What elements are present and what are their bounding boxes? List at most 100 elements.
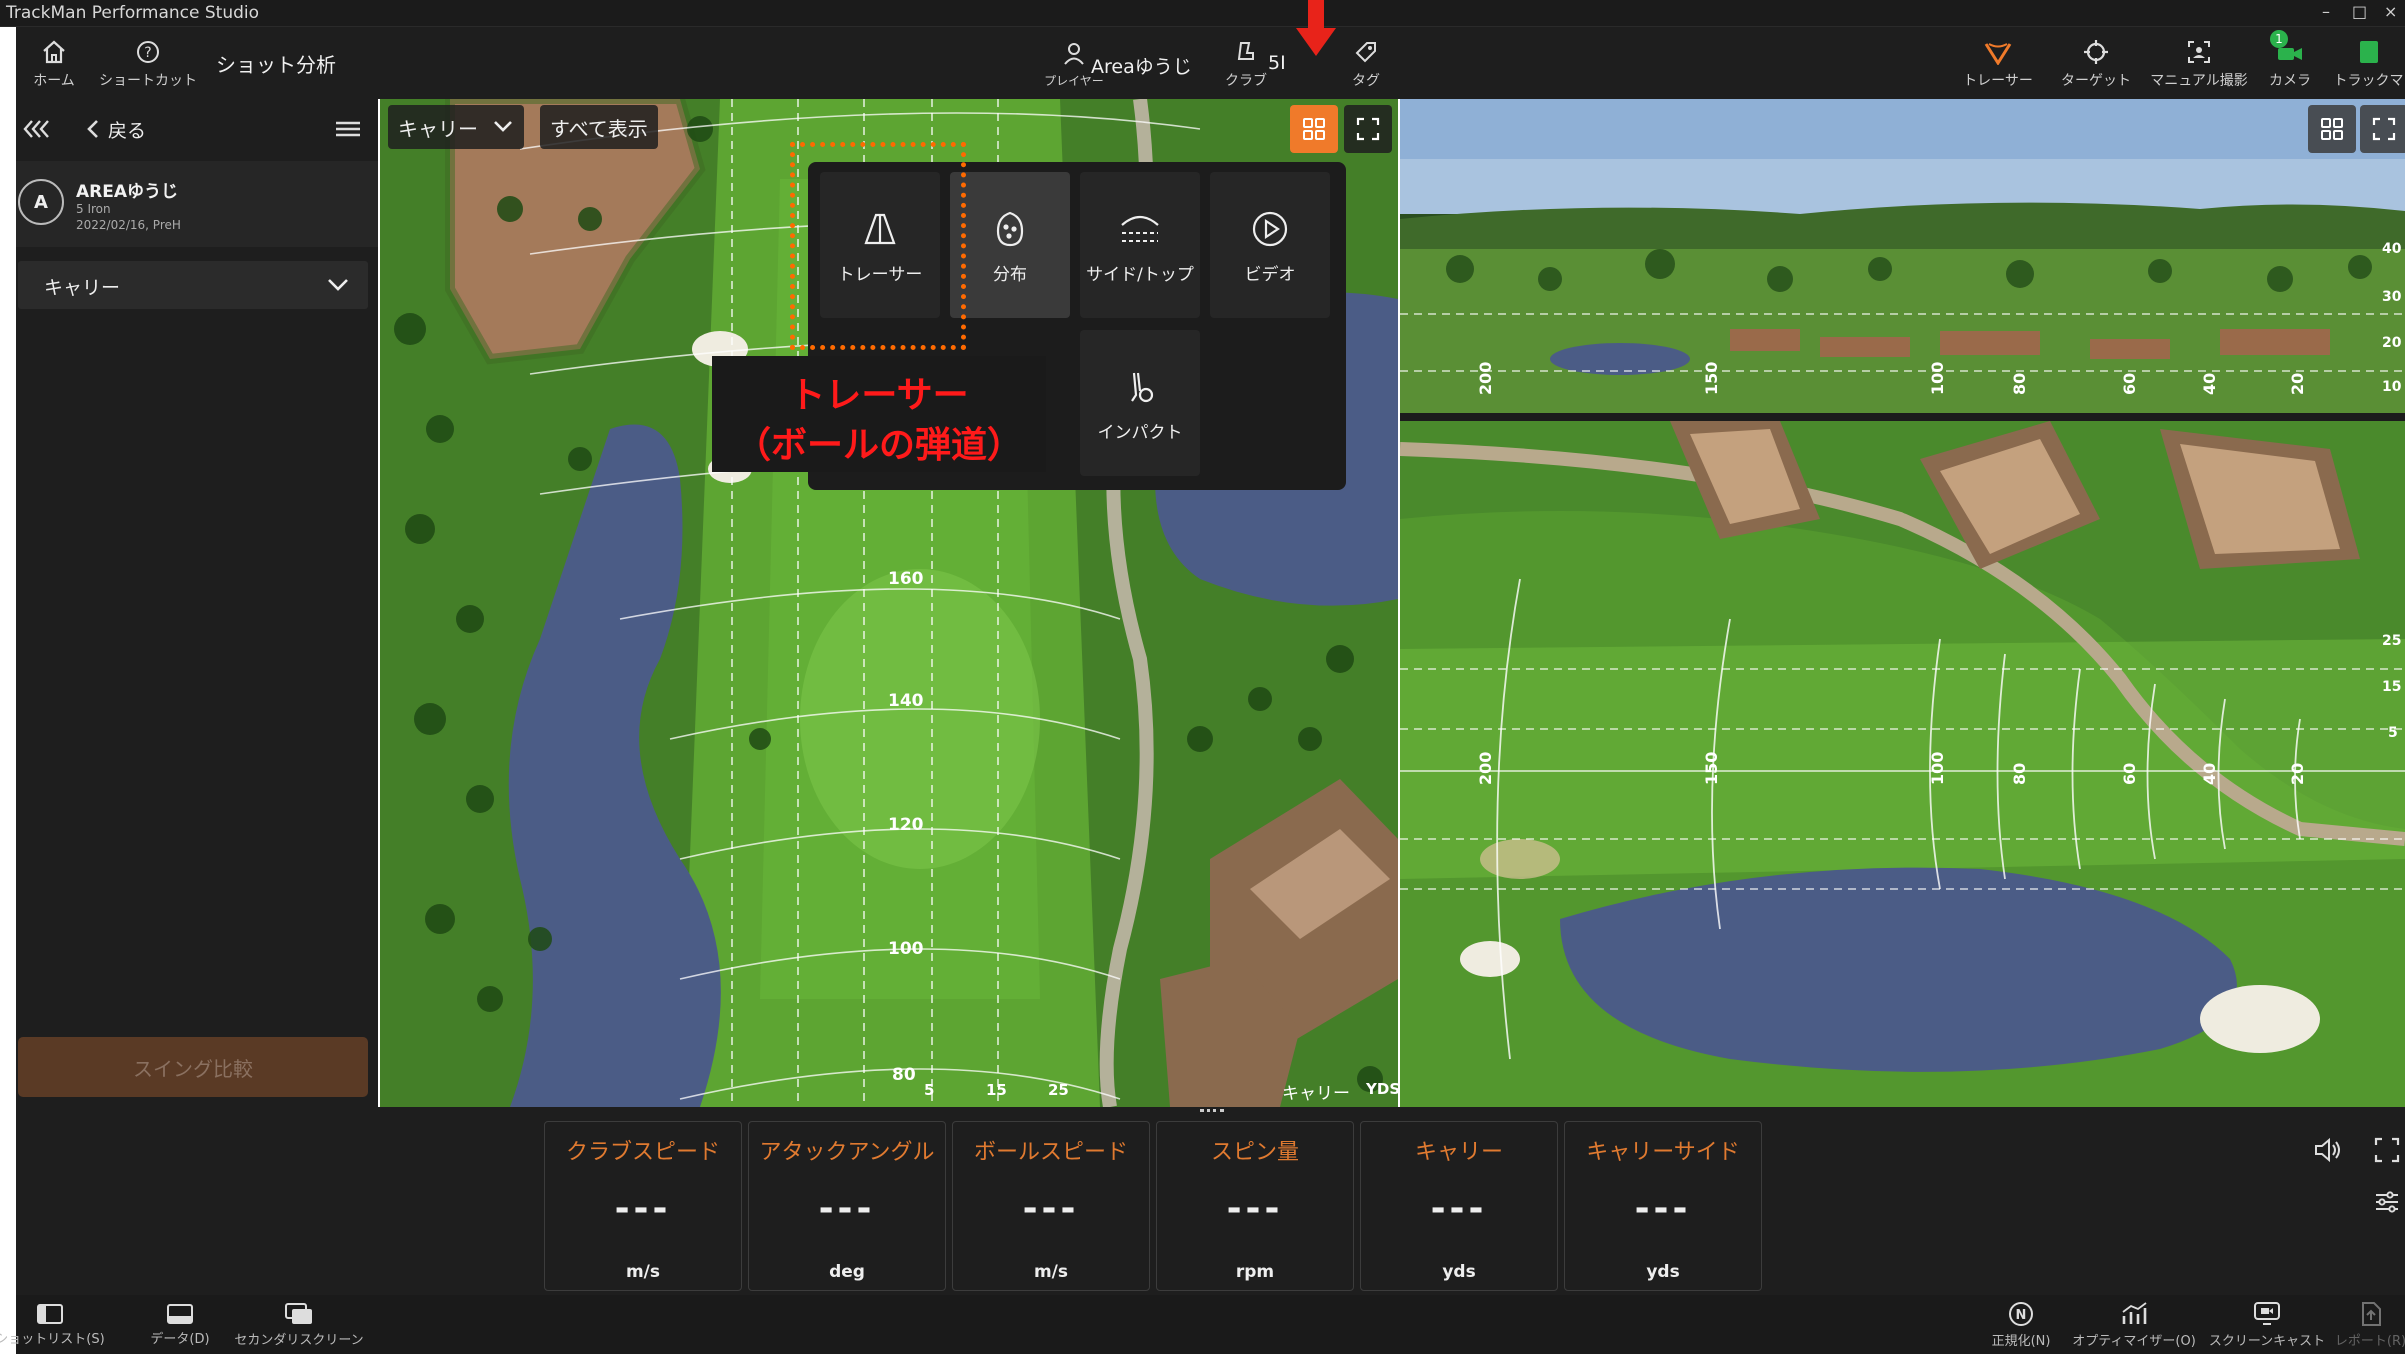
data-label: データ(D)	[150, 1332, 210, 1347]
collapse-sidebar-button[interactable]	[22, 115, 54, 143]
menu-item-side-top[interactable]: サイド/トップ	[1080, 172, 1200, 318]
club-icon	[1230, 36, 1262, 68]
metric-tile[interactable]: キャリーサイド --- yds	[1564, 1121, 1762, 1291]
3d-view[interactable]: 200 150 100 80 60 40 20 200 150 100 80 6…	[1400, 99, 2405, 1107]
sidebar-session: 2022/02/16, PreH	[76, 218, 181, 232]
annotation-callout: トレーサー （ボールの弾道）	[712, 356, 1046, 472]
home-button[interactable]: ホーム	[28, 27, 80, 99]
distance-label: 200	[1476, 361, 1495, 395]
red-arrow-annotation	[1296, 0, 1336, 56]
side-tick-label: 30	[2382, 289, 2402, 305]
fullscreen-button[interactable]	[1344, 105, 1392, 153]
metric-value: ---	[1430, 1188, 1488, 1229]
shortcuts-button[interactable]: ? ショートカット	[98, 27, 198, 99]
map-metric-select[interactable]: キャリー	[388, 105, 524, 149]
trackman-icon	[2353, 36, 2385, 68]
menu-item-impact[interactable]: インパクト	[1080, 330, 1200, 476]
play-icon	[1247, 206, 1293, 252]
distance-label: 20	[2288, 762, 2307, 785]
home-icon	[38, 36, 70, 68]
menu-item-dispersion[interactable]: 分布	[950, 172, 1070, 318]
player-name[interactable]: Areaゆうじ	[1091, 52, 1192, 79]
menu-item-label: サイド/トップ	[1086, 264, 1194, 285]
shotlist-button[interactable]: ショットリスト(S)	[0, 1295, 105, 1354]
club-value[interactable]: 5I	[1268, 52, 1286, 74]
metric-tile[interactable]: スピン量 --- rpm	[1156, 1121, 1354, 1291]
manual-capture-button[interactable]: マニュアル撮影	[2144, 27, 2254, 99]
side-tick-label: 5	[924, 1081, 935, 1099]
view3d-fullscreen-button[interactable]	[2360, 105, 2405, 153]
close-button[interactable]: ×	[2384, 2, 2397, 21]
screencast-button[interactable]: スクリーンキャスト	[2202, 1295, 2332, 1354]
chevron-down-icon	[328, 279, 348, 291]
chevron-left-icon	[87, 120, 98, 138]
normalize-button[interactable]: N 正規化(N)	[1976, 1295, 2066, 1354]
person-icon	[1058, 38, 1090, 70]
player-card[interactable]: A AREAゆうじ 5 Iron 2022/02/16, PreH	[16, 161, 378, 247]
expand-icon	[2374, 1137, 2400, 1163]
target-button[interactable]: ターゲット	[2056, 27, 2136, 99]
screens-icon	[285, 1303, 312, 1324]
page-title: ショット分析	[216, 53, 336, 77]
swing-compare-button[interactable]: スイング比較	[18, 1037, 368, 1097]
double-chevron-left-icon	[23, 120, 49, 138]
report-icon	[2361, 1302, 2381, 1326]
distance-label: 40	[2200, 372, 2219, 395]
map-unit-label: YDS	[1366, 1080, 1398, 1098]
distance-label: 80	[2010, 372, 2029, 395]
camera-button[interactable]: 1 カメラ	[2260, 27, 2320, 99]
metric-unit: yds	[1442, 1262, 1476, 1282]
metric-unit: yds	[1646, 1262, 1680, 1282]
back-label: 戻る	[108, 119, 147, 142]
distance-label: 160	[888, 569, 924, 589]
list-panel-icon	[37, 1304, 63, 1324]
menu-item-label: インパクト	[1097, 422, 1183, 443]
metrics-fullscreen-button[interactable]	[2372, 1135, 2402, 1165]
sound-button[interactable]	[2312, 1135, 2342, 1165]
minimize-button[interactable]: –	[2322, 2, 2330, 21]
report-button[interactable]: レポート(R)	[2336, 1295, 2405, 1354]
normalize-label: 正規化(N)	[1991, 1334, 2051, 1349]
hamburger-icon	[336, 121, 360, 137]
trackman-button[interactable]: トラックマ	[2332, 27, 2405, 99]
title-bar: TrackMan Performance Studio – □ ×	[0, 0, 2405, 27]
side-tick-label: 25	[2382, 633, 2402, 649]
show-all-button[interactable]: すべて表示	[540, 105, 658, 149]
chevron-down-icon	[494, 121, 512, 132]
data-panel-icon	[167, 1304, 193, 1324]
capture-icon	[2183, 36, 2215, 68]
distance-label: 60	[2120, 762, 2139, 785]
distance-label: 80	[2010, 762, 2029, 785]
tag-button[interactable]: タグ	[1336, 27, 1396, 99]
tracer-button[interactable]: トレーサー	[1958, 27, 2038, 99]
metric-tile[interactable]: クラブスピード --- m/s	[544, 1121, 742, 1291]
sidebar-club: 5 Iron	[76, 202, 111, 216]
status-bar: ショットリスト(S) データ(D) セカンダリスクリーン N 正規化(N) オプ…	[0, 1295, 2405, 1354]
distance-label: 150	[1702, 751, 1721, 785]
back-button[interactable]: 戻る	[84, 113, 146, 145]
distance-label: 60	[2120, 372, 2139, 395]
resize-handle[interactable]	[1200, 1109, 1224, 1116]
metric-tile[interactable]: キャリー --- yds	[1360, 1121, 1558, 1291]
metric-unit: rpm	[1235, 1262, 1275, 1282]
menu-item-video[interactable]: ビデオ	[1210, 172, 1330, 318]
metric-tile[interactable]: ボールスピード --- m/s	[952, 1121, 1150, 1291]
optimizer-button[interactable]: オプティマイザー(O)	[2064, 1295, 2204, 1354]
data-button[interactable]: データ(D)	[140, 1295, 220, 1354]
view-layout-button[interactable]	[1290, 105, 1338, 153]
camera-icon: 1	[2270, 30, 2306, 68]
shotlist-label: ショットリスト(S)	[0, 1332, 105, 1347]
secondary-screen-button[interactable]: セカンダリスクリーン	[224, 1295, 374, 1354]
club-button[interactable]: クラブ	[1216, 27, 1276, 99]
settings-button[interactable]	[2372, 1187, 2402, 1217]
metric-title: スピン量	[1210, 1140, 1299, 1165]
view3d-layout-button[interactable]	[2308, 105, 2356, 153]
metric-tile[interactable]: アタックアングル --- deg	[748, 1121, 946, 1291]
tag-label: タグ	[1352, 73, 1380, 89]
maximize-button[interactable]: □	[2352, 2, 2367, 21]
target-label: ターゲット	[2061, 73, 2131, 89]
menu-button[interactable]	[334, 117, 362, 141]
side-tick-label: 15	[2382, 679, 2402, 695]
window-title: TrackMan Performance Studio	[6, 3, 260, 23]
carry-select[interactable]: キャリー	[18, 261, 368, 309]
